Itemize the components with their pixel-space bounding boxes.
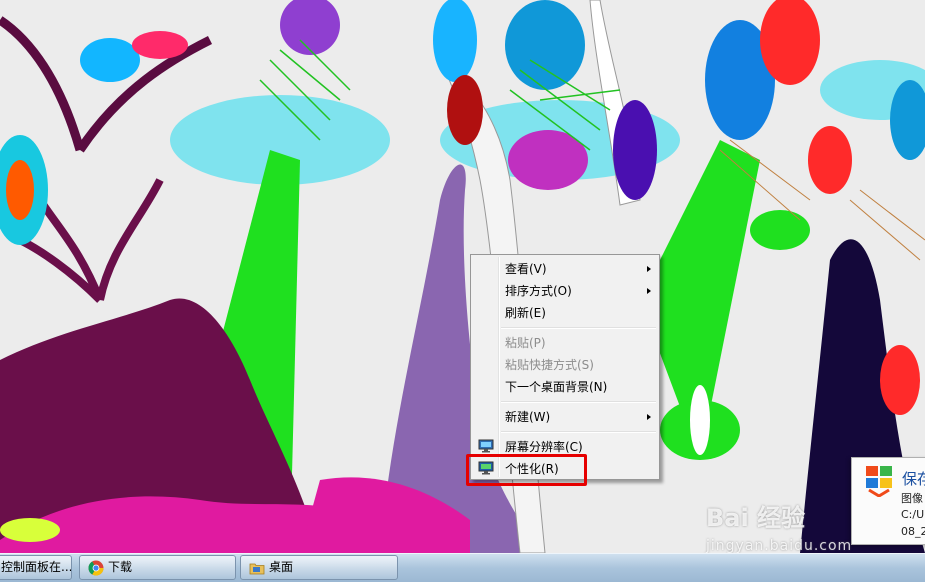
- taskbar: 控制面板在... 下载 桌面: [0, 553, 925, 582]
- chrome-icon: [88, 560, 104, 576]
- menu-item-new-label: 新建(W): [505, 410, 551, 424]
- menu-separator: [501, 401, 656, 403]
- menu-item-paste-label: 粘贴(P): [505, 336, 546, 350]
- submenu-arrow-icon: [647, 288, 651, 294]
- display-icon: [478, 439, 494, 453]
- notification-line: 08_2: [901, 525, 925, 538]
- taskbar-button-label: 下载: [108, 560, 133, 574]
- menu-item-next-background-label: 下一个桌面背景(N): [505, 380, 608, 394]
- menu-item-new[interactable]: 新建(W): [473, 406, 657, 428]
- menu-item-screen-resolution-label: 屏幕分辨率(C): [505, 440, 583, 454]
- taskbar-button-downloads[interactable]: 下载: [79, 555, 236, 580]
- watermark-main-text: Bai 经验: [706, 504, 806, 532]
- folder-icon: [249, 563, 265, 575]
- watermark-url-text: jingyan.baidu.com: [706, 538, 853, 554]
- menu-item-next-background[interactable]: 下一个桌面背景(N): [473, 376, 657, 398]
- taskbar-button-label: 桌面: [269, 560, 294, 574]
- desktop-wallpaper: [0, 0, 925, 553]
- taskbar-button-control-panel[interactable]: 控制面板在...: [0, 555, 72, 580]
- taskbar-button-desktop[interactable]: 桌面: [240, 555, 398, 580]
- menu-item-sort-by[interactable]: 排序方式(O): [473, 280, 657, 302]
- menu-item-paste[interactable]: 粘贴(P): [473, 332, 657, 354]
- app-logo-icon: [866, 466, 892, 497]
- notification-title: 保存: [902, 470, 925, 488]
- personalize-highlight-box: [466, 454, 587, 486]
- menu-item-paste-shortcut[interactable]: 粘贴快捷方式(S): [473, 354, 657, 376]
- menu-item-paste-shortcut-label: 粘贴快捷方式(S): [505, 358, 594, 372]
- menu-separator: [501, 431, 656, 433]
- taskbar-button-label: 控制面板在...: [1, 560, 72, 574]
- menu-item-refresh[interactable]: 刷新(E): [473, 302, 657, 324]
- desktop-context-menu: 查看(V) 排序方式(O) 刷新(E) 粘贴(P) 粘贴快捷方式(S) 下一个桌…: [470, 254, 660, 480]
- notification-line: C:/U: [901, 508, 925, 521]
- submenu-arrow-icon: [647, 414, 651, 420]
- menu-item-sort-by-label: 排序方式(O): [505, 284, 572, 298]
- notification-line: 图像: [901, 492, 923, 505]
- menu-item-view[interactable]: 查看(V): [473, 258, 657, 280]
- menu-separator: [501, 327, 656, 329]
- submenu-arrow-icon: [647, 266, 651, 272]
- menu-item-view-label: 查看(V): [505, 262, 547, 276]
- menu-item-refresh-label: 刷新(E): [505, 306, 546, 320]
